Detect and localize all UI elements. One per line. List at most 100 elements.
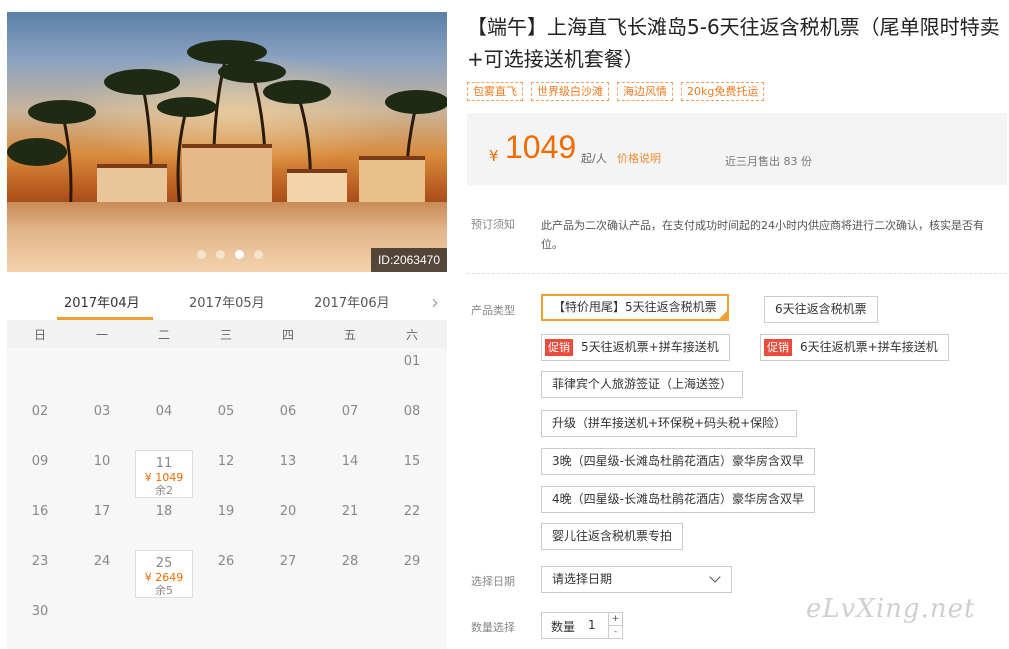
quantity-stepper[interactable]: 数量 1 + - xyxy=(541,612,623,639)
calendar-day-number: 19 xyxy=(217,504,235,519)
calendar-day-number: 11 xyxy=(155,456,173,471)
calendar-day: 27 xyxy=(257,554,319,569)
calendar-day-number: 07 xyxy=(341,404,359,419)
weekday-sun: 日 xyxy=(33,328,46,342)
calendar-day-number: 14 xyxy=(341,454,359,469)
weekday-tue: 二 xyxy=(157,328,170,342)
calendar-day-number: 16 xyxy=(31,504,49,519)
feature-tag: 海边风情 xyxy=(617,82,673,101)
carousel-dot[interactable] xyxy=(235,250,244,259)
calendar-day-number: 24 xyxy=(93,554,111,569)
calendar-day-number: 17 xyxy=(93,504,111,519)
carousel-dot[interactable] xyxy=(254,250,263,259)
calendar-day: 05 xyxy=(195,404,257,419)
calendar-day: 08 xyxy=(381,404,443,419)
calendar-day-number: 10 xyxy=(93,454,111,469)
calendar-day-stock: 余2 xyxy=(155,484,173,497)
calendar-day-number: 26 xyxy=(217,554,235,569)
product-photo[interactable]: ID:2063470 xyxy=(7,12,447,272)
calendar-day-number: 25 xyxy=(155,556,173,571)
weekday-wed: 三 xyxy=(219,328,232,342)
option-infant-ticket[interactable]: 婴儿往返含税机票专拍 xyxy=(541,523,684,550)
quantity-minus-button[interactable]: - xyxy=(608,626,622,639)
quantity-plus-button[interactable]: + xyxy=(608,613,622,626)
calendar-day: 26 xyxy=(195,554,257,569)
price-note-link[interactable]: 价格说明 xyxy=(617,150,661,166)
calendar-day-number: 08 xyxy=(403,404,421,419)
calendar-day: 07 xyxy=(319,404,381,419)
calendar-day-number: 21 xyxy=(341,504,359,519)
calendar-day: 24 xyxy=(71,554,133,569)
calendar-day: 13 xyxy=(257,454,319,469)
option-label: 3晚（四星级-长滩岛杜鹃花酒店）豪华房含双早 xyxy=(552,454,804,468)
calendar-day: 23 xyxy=(9,554,71,569)
promo-badge: 促销 xyxy=(764,339,792,356)
weekday-fri: 五 xyxy=(343,328,356,342)
product-type-label: 产品类型 xyxy=(471,304,515,317)
option-5day-ticket-transfer[interactable]: 促销 5天往返机票+拼车接送机 xyxy=(541,334,730,361)
calendar-day-number: 01 xyxy=(403,354,421,369)
calendar-day-number: 13 xyxy=(279,454,297,469)
option-4-nights-hotel[interactable]: 4晚（四星级-长滩岛杜鹃花酒店）豪华房含双早 xyxy=(541,486,815,513)
calendar-day: 12 xyxy=(195,454,257,469)
price-currency: ¥ xyxy=(489,147,499,165)
tab-month-april[interactable]: 2017年04月 xyxy=(64,292,140,311)
calendar-day-available[interactable]: 11 ¥ 1049 余2 xyxy=(135,450,193,498)
calendar-day-number: 30 xyxy=(31,604,49,619)
calendar-day-number: 18 xyxy=(155,504,173,519)
calendar-day: 04 xyxy=(133,404,195,419)
calendar-weekday-header: 日 一 二 三 四 五 六 xyxy=(7,320,447,348)
tab-month-may[interactable]: 2017年05月 xyxy=(189,292,265,311)
calendar-day: 18 xyxy=(133,504,195,519)
calendar-day: 16 xyxy=(9,504,71,519)
calendar-day: 28 xyxy=(319,554,381,569)
calendar-day-number: 03 xyxy=(93,404,111,419)
calendar-day-price: ¥ 2649 xyxy=(144,571,184,584)
photo-id-label: ID:2063470 xyxy=(370,248,447,272)
weekday-mon: 一 xyxy=(95,328,108,342)
calendar-day: 01 xyxy=(381,354,443,369)
option-6day-ticket-transfer[interactable]: 促销 6天往返机票+拼车接送机 xyxy=(760,334,949,361)
date-select-placeholder: 请选择日期 xyxy=(552,572,613,586)
option-visa[interactable]: 菲律宾个人旅游签证（上海送签） xyxy=(541,371,744,398)
promo-badge: 促销 xyxy=(545,339,573,356)
option-special-5day-ticket[interactable]: 【特价甩尾】5天往返含税机票 ✓ xyxy=(541,294,729,321)
price-unit: 起/人 xyxy=(581,152,607,165)
option-label: 升级（拼车接送机+环保税+码头税+保险） xyxy=(552,416,787,430)
quantity-field-label: 数量 xyxy=(551,620,576,634)
chevron-right-icon[interactable]: › xyxy=(431,290,439,314)
calendar-day-available[interactable]: 25 ¥ 2649 余5 xyxy=(135,550,193,598)
option-label: 婴儿往返含税机票专拍 xyxy=(552,529,673,543)
option-label: 6天往返含税机票 xyxy=(775,302,867,316)
calendar-day-number: 22 xyxy=(403,504,421,519)
calendar-day: 30 xyxy=(9,604,71,619)
option-label: 【特价甩尾】5天往返含税机票 xyxy=(553,300,717,314)
feature-tag: 包雾直飞 xyxy=(467,82,523,101)
calendar-day: 21 xyxy=(319,504,381,519)
calendar-day: 20 xyxy=(257,504,319,519)
calendar-day-number: 23 xyxy=(31,554,49,569)
calendar-day-number: 27 xyxy=(279,554,297,569)
calendar-day-number: 29 xyxy=(403,554,421,569)
carousel-dot[interactable] xyxy=(216,250,225,259)
quantity-value[interactable]: 1 xyxy=(588,618,596,632)
calendar-day: 10 xyxy=(71,454,133,469)
calendar-day: 09 xyxy=(9,454,71,469)
option-label: 4晚（四星级-长滩岛杜鹃花酒店）豪华房含双早 xyxy=(552,492,804,506)
feature-tags: 包雾直飞 世界级白沙滩 海边风情 20kg免费托运 xyxy=(467,82,765,101)
option-upgrade[interactable]: 升级（拼车接送机+环保税+码头税+保险） xyxy=(541,410,798,437)
calendar-day-price: ¥ 1049 xyxy=(144,471,184,484)
option-label: 菲律宾个人旅游签证（上海送签） xyxy=(552,377,733,391)
option-6day-ticket[interactable]: 6天往返含税机票 xyxy=(764,296,878,323)
option-label: 5天往返机票+拼车接送机 xyxy=(581,340,719,354)
calendar-day: 02 xyxy=(9,404,71,419)
date-select-dropdown[interactable]: 请选择日期 xyxy=(541,566,732,593)
option-3-nights-hotel[interactable]: 3晚（四星级-长滩岛杜鹃花酒店）豪华房含双早 xyxy=(541,448,815,475)
carousel-dots[interactable] xyxy=(197,250,263,259)
carousel-dot[interactable] xyxy=(197,250,206,259)
tab-month-june[interactable]: 2017年06月 xyxy=(314,292,390,311)
weekday-sat: 六 xyxy=(405,328,418,342)
price-amount: 1049 xyxy=(505,129,577,165)
weekday-thu: 四 xyxy=(281,328,294,342)
chevron-down-icon xyxy=(709,571,721,583)
